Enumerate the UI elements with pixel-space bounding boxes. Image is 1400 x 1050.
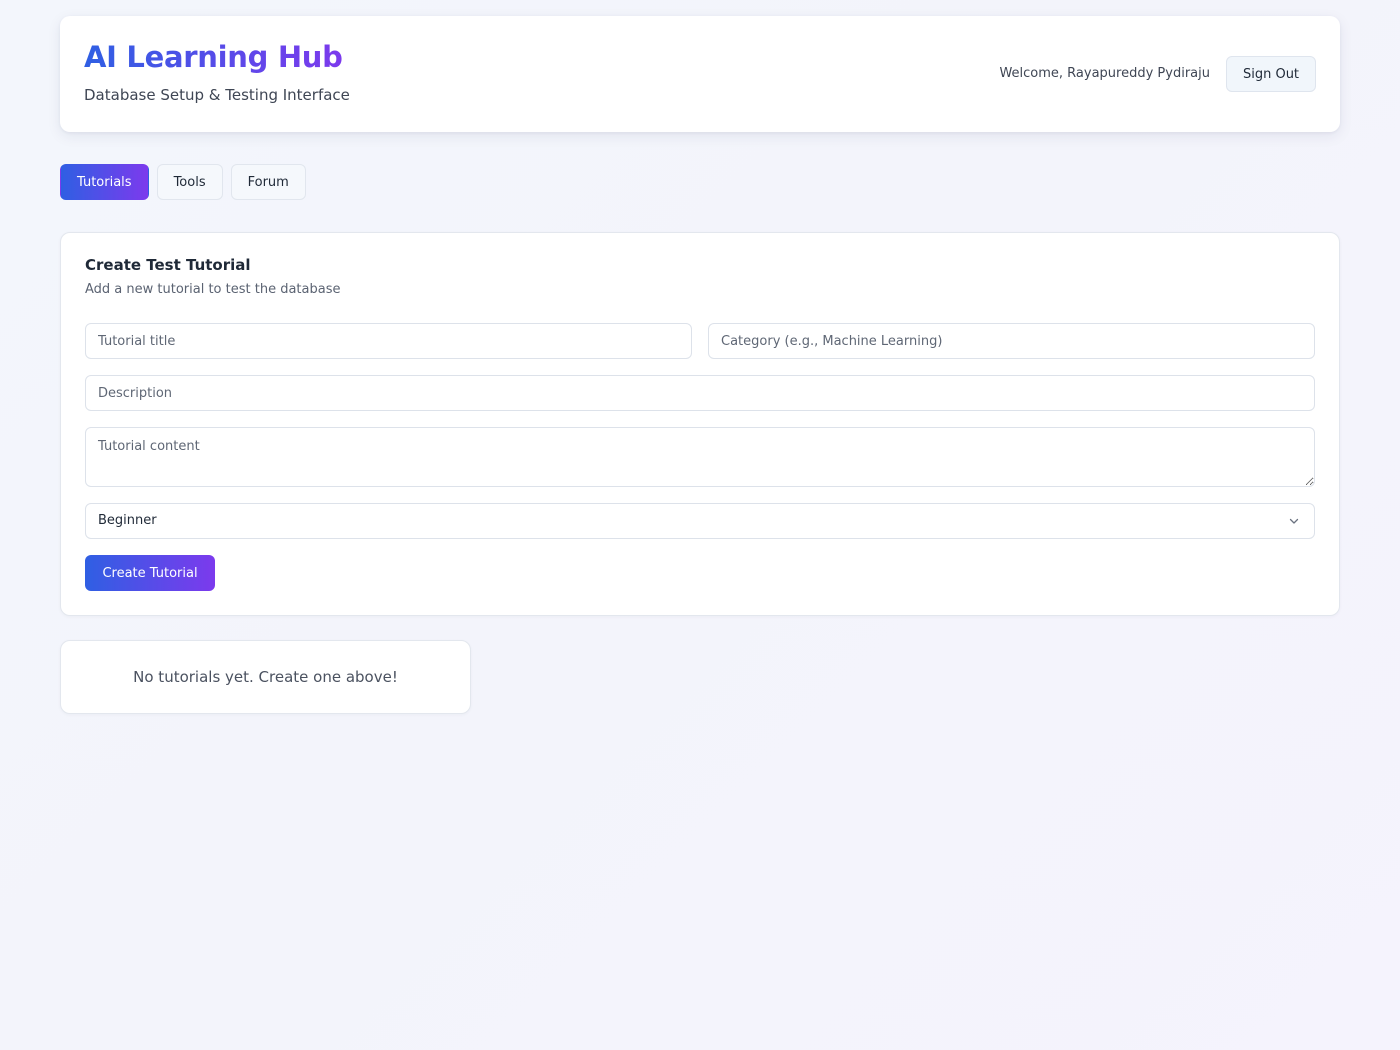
tutorial-title-input[interactable] — [85, 323, 692, 359]
app-title: AI Learning Hub — [84, 40, 343, 74]
tutorial-content-textarea[interactable] — [85, 427, 1315, 487]
tab-bar: Tutorials Tools Forum — [60, 164, 306, 200]
welcome-message: Welcome, Rayapureddy Pydiraju — [999, 66, 1210, 81]
empty-state-message: No tutorials yet. Create one above! — [133, 668, 398, 686]
create-tutorial-card: Create Test Tutorial Add a new tutorial … — [60, 232, 1340, 616]
app-subtitle: Database Setup & Testing Interface — [84, 86, 350, 104]
tab-tools[interactable]: Tools — [156, 164, 223, 200]
tab-tutorials[interactable]: Tutorials — [60, 164, 149, 200]
description-input[interactable] — [85, 375, 1315, 411]
category-input[interactable] — [708, 323, 1315, 359]
form-subtitle: Add a new tutorial to test the database — [85, 282, 341, 297]
chevron-down-icon — [1289, 518, 1299, 524]
tab-forum[interactable]: Forum — [230, 164, 306, 200]
sign-out-button[interactable]: Sign Out — [1226, 56, 1316, 92]
form-title: Create Test Tutorial — [85, 256, 251, 274]
difficulty-select-value: Beginner — [98, 513, 157, 528]
create-tutorial-button[interactable]: Create Tutorial — [85, 555, 215, 591]
difficulty-select[interactable]: Beginner — [85, 503, 1315, 539]
header-card: AI Learning Hub Database Setup & Testing… — [60, 16, 1340, 132]
empty-state-card: No tutorials yet. Create one above! — [60, 640, 471, 714]
